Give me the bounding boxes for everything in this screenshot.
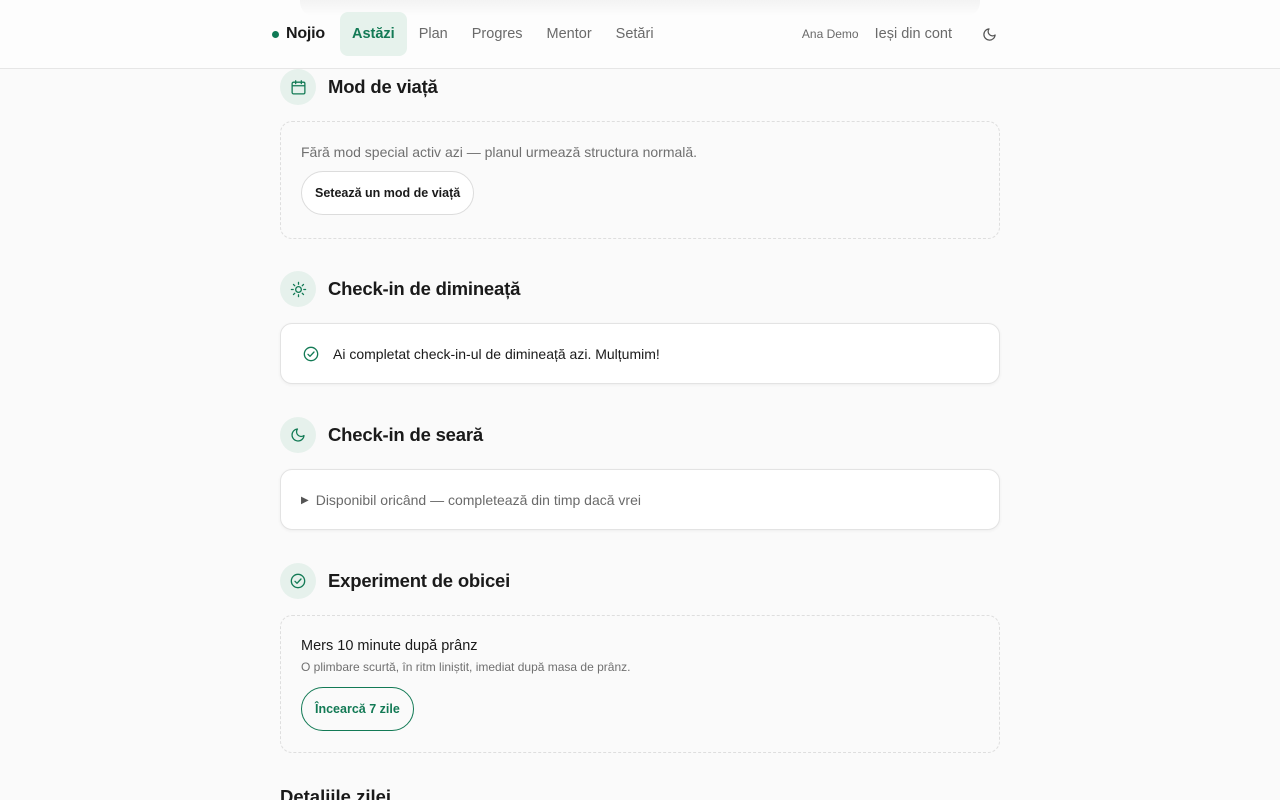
brand[interactable]: Nojio [272,22,325,46]
moon-icon [982,27,996,41]
section-header-morning: Check-in de dimineață [280,271,520,307]
check-circle-icon [303,346,319,362]
section-icon-badge [280,563,316,599]
calendar-icon [290,79,306,95]
theme-toggle-button[interactable] [980,25,998,43]
nav-item-progres[interactable]: Progres [460,12,535,56]
section-icon-badge [280,271,316,307]
section-header-lifestyle: Mod de viață [280,69,438,105]
top-navigation: Nojio Astăzi Plan Progres Mentor Setări … [0,0,1280,69]
try-7-days-button[interactable]: Încearcă 7 zile [301,687,414,731]
nav-user-area: Ana Demo Ieși din cont [802,22,998,46]
section-title: Check-in de dimineață [328,278,521,299]
triangle-right-icon: ▶ [301,494,309,506]
morning-checkin-status: Ai completat check-in-ul de dimineață az… [281,324,999,384]
morning-checkin-card: Ai completat check-in-ul de dimineață az… [280,323,1000,384]
lifestyle-card: Fără mod special activ azi — planul urme… [280,121,1000,239]
nav-item-mentor[interactable]: Mentor [535,12,604,56]
nav-item-astazi[interactable]: Astăzi [340,12,407,56]
nav-item-setari[interactable]: Setări [604,12,666,56]
check-circle-icon [290,573,306,589]
evening-checkin-card: ▶ Disponibil oricând — completează din t… [280,469,1000,530]
nav-item-plan[interactable]: Plan [407,12,460,56]
section-header-evening: Check-in de seară [280,417,483,453]
section-icon-badge [280,417,316,453]
user-name: Ana Demo [801,27,859,41]
set-lifestyle-button[interactable]: Setează un mod de viață [301,171,475,215]
section-header-experiment: Experiment de obicei [280,563,510,599]
morning-checkin-message: Ai completat check-in-ul de dimineață az… [333,346,660,362]
main-nav: Astăzi Plan Progres Mentor Setări [340,12,666,56]
moon-icon [291,428,305,442]
evening-checkin-expander[interactable]: ▶ Disponibil oricând — completează din t… [281,470,999,530]
sun-icon [290,281,306,297]
section-title: Experiment de obicei [328,570,511,591]
brand-name: Nojio [286,25,325,42]
section-title: Mod de viață [328,76,438,97]
section-title: Check-in de seară [328,424,483,445]
habit-description: O plimbare scurtă, în ritm liniștit, ime… [301,660,631,674]
day-details-title: Detaliile zilei [280,786,392,800]
brand-dot-icon [272,30,279,38]
habit-title: Mers 10 minute după prânz [301,638,478,654]
evening-checkin-summary: Disponibil oricând — completează din tim… [315,492,641,508]
section-icon-badge [280,69,316,105]
logout-button[interactable]: Ieși din cont [875,26,952,42]
lifestyle-message: Fără mod special activ azi — planul urme… [301,144,698,160]
habit-experiment-card: Mers 10 minute după prânz O plimbare scu… [280,615,1000,753]
